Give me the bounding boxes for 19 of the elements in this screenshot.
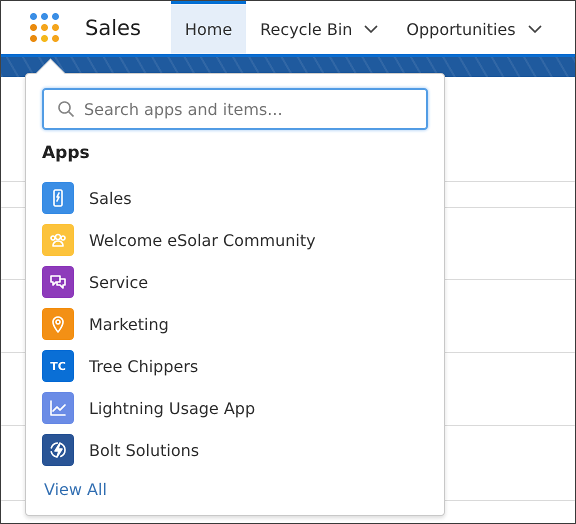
app-item[interactable]: Service [42,261,428,303]
app-item[interactable]: Lightning Usage App [42,387,428,429]
search-icon [57,100,75,118]
app-name: Sales [85,16,141,40]
app-launcher-icon[interactable] [29,12,59,42]
view-all-link[interactable]: View All [44,480,107,499]
nav-tab[interactable]: Home [170,1,246,54]
app-item[interactable]: Bolt Solutions [42,429,428,471]
chevron-down-icon[interactable] [528,24,542,34]
app-item[interactable]: TC Tree Chippers [42,345,428,387]
app-item[interactable]: Welcome eSolar Community [42,219,428,261]
app-item[interactable]: Sales [42,177,428,219]
app-item[interactable]: Marketing [42,303,428,345]
nav-tab[interactable]: Opportunities [392,1,556,54]
search-field[interactable]: Search apps and items... [42,88,428,130]
app-icon: TC [42,350,74,382]
section-heading: Apps [42,143,91,163]
chevron-down-icon[interactable] [364,24,378,34]
nav-tab[interactable]: Recycle Bin [246,1,392,54]
